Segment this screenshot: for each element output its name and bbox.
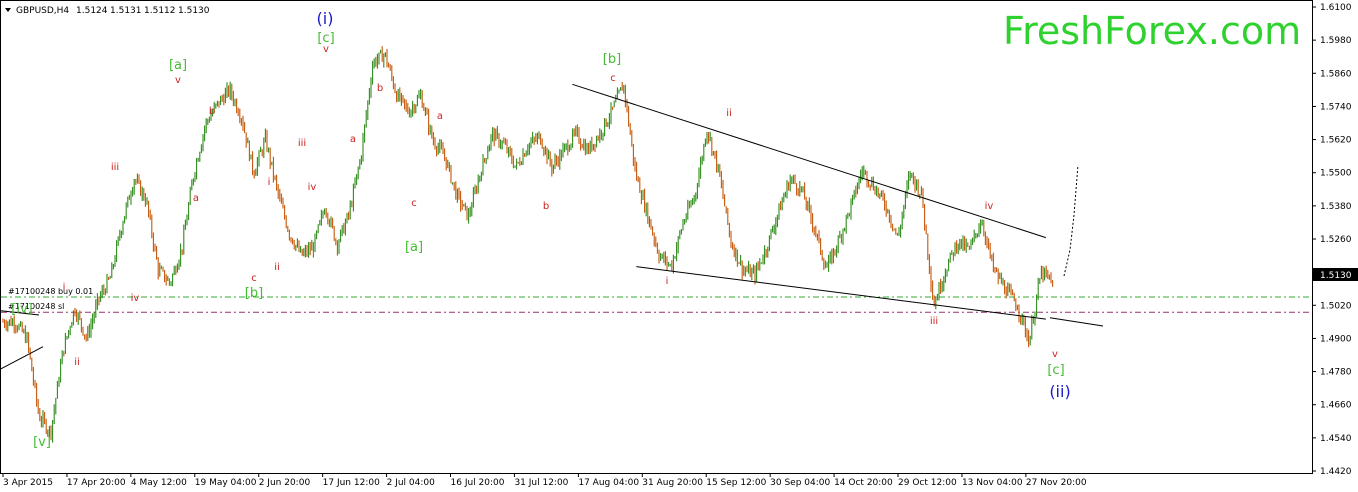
y-tick-label: 1.5740 [1320, 102, 1352, 112]
wave-label: [a] [169, 58, 187, 73]
low-value: 1.5112 [144, 6, 176, 16]
wave-label: v [1052, 349, 1058, 360]
wave-label: a [437, 111, 443, 122]
wave-label: a [350, 134, 356, 145]
x-tick-label: 2 Jun 20:00 [259, 478, 311, 488]
wave-label: iv [985, 201, 994, 212]
wave-label: b [209, 106, 215, 117]
y-tick-label: 1.5860 [1320, 69, 1352, 79]
y-tick-label: 1.5260 [1320, 235, 1352, 245]
wave-label: [v] [33, 435, 51, 450]
wave-label: [c] [1047, 363, 1064, 378]
open-value: 1.5124 [76, 6, 108, 16]
x-tick-label: 17 Apr 20:00 [67, 478, 126, 488]
y-tick-label: 1.5380 [1320, 202, 1352, 212]
wave-label: iii [930, 316, 938, 327]
x-tick-label: 2 Jul 04:00 [387, 478, 436, 488]
x-tick-label: 19 May 04:00 [195, 478, 257, 488]
y-tick-label: 1.4540 [1320, 434, 1352, 444]
wave-label: i [666, 276, 669, 287]
current-price-value: 1.5130 [1320, 271, 1352, 281]
x-tick-label: 4 May 12:00 [131, 478, 187, 488]
wave-label: [iv] [11, 302, 32, 317]
y-tick-label: 1.6100 [1320, 3, 1352, 13]
x-tick-label: 3 Apr 2015 [3, 478, 53, 488]
wave-label: [b] [245, 286, 263, 301]
wave-label: c [251, 273, 257, 284]
y-tick-label: 1.5500 [1320, 169, 1352, 179]
x-tick-label: 31 Jul 12:00 [514, 478, 568, 488]
x-tick-label: 13 Nov 04:00 [962, 478, 1023, 488]
wave-label: v [323, 44, 329, 55]
wave-label: b [543, 201, 549, 212]
wave-label: a [193, 193, 199, 204]
wave-label: ii [74, 357, 80, 368]
watermark-logo: FreshForex.com [1003, 9, 1301, 53]
wave-label: (ii) [1049, 382, 1070, 401]
wave-label: c [411, 198, 417, 209]
order-label: #17100248 buy 0.01 [8, 287, 93, 296]
y-tick-label: 1.5020 [1320, 301, 1352, 311]
current-price-tag: 1.5130 [1313, 268, 1358, 281]
x-tick-label: 17 Jun 12:00 [323, 478, 380, 488]
y-tick-label: 1.4660 [1320, 401, 1352, 411]
x-tick-label: 15 Sep 12:00 [706, 478, 766, 488]
wave-label: [b] [603, 52, 621, 67]
y-tick-label: 1.5620 [1320, 136, 1352, 146]
x-tick-label: 16 Jul 20:00 [451, 478, 505, 488]
wave-label: iii [111, 162, 119, 173]
y-tick-label: 1.4420 [1320, 467, 1352, 477]
x-tick-label: 27 Nov 20:00 [1026, 478, 1087, 488]
x-tick-label: 29 Oct 12:00 [898, 478, 957, 488]
price-chart[interactable]: GBPUSD,H4 1.5124 1.5131 1.5112 1.5130 Fr… [0, 0, 1358, 492]
wave-label: [a] [405, 240, 423, 255]
y-tick-label: 1.4780 [1320, 368, 1352, 378]
y-tick-label: 1.4900 [1320, 334, 1352, 344]
wave-label: i [268, 177, 271, 188]
y-tick-label: 1.5980 [1320, 36, 1352, 46]
wave-label: (i) [317, 9, 334, 28]
wave-label: ii [274, 262, 280, 273]
wave-label: c [610, 73, 616, 84]
close-value: 1.5130 [178, 6, 210, 16]
wave-label: iv [308, 182, 317, 193]
plot-frame [0, 0, 1313, 474]
wave-label: iv [131, 293, 140, 304]
chart-header: GBPUSD,H4 1.5124 1.5131 1.5112 1.5130 [5, 6, 210, 16]
wave-label: ii [726, 108, 732, 119]
x-tick-label: 30 Sep 04:00 [770, 478, 830, 488]
wave-label: b [377, 83, 383, 94]
symbol-label: GBPUSD,H4 [16, 6, 69, 16]
wave-label: i [63, 282, 66, 293]
high-value: 1.5131 [110, 6, 142, 16]
wave-label: iii [298, 138, 306, 149]
wave-label: v [175, 75, 181, 86]
x-tick-label: 17 Aug 04:00 [578, 478, 639, 488]
x-tick-label: 14 Oct 20:00 [834, 478, 893, 488]
x-tick-label: 31 Aug 20:00 [642, 478, 703, 488]
